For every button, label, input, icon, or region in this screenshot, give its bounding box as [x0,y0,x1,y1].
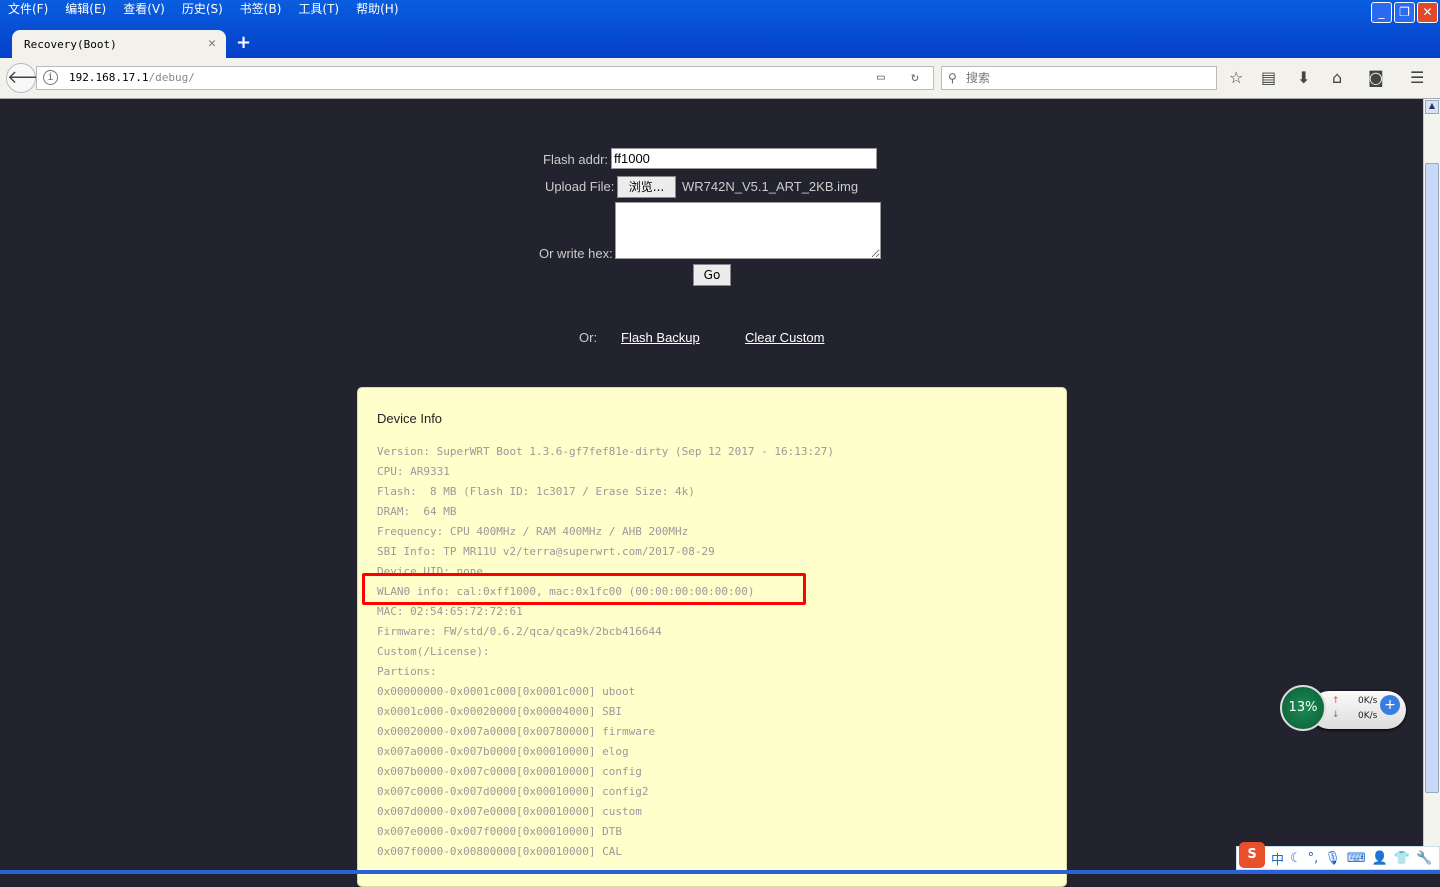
url-host: 192.168.17.1 [69,71,149,84]
menu-file[interactable]: 文件(F) [8,0,48,18]
device-info-line: 0x007f0000-0x00800000[0x00010000] CAL [377,845,623,858]
search-placeholder: 搜索 [966,71,991,85]
keyboard-icon[interactable]: ⌨ [1347,851,1366,866]
navigation-bar: 🡐 i 192.168.17.1/debug/ ▭ ↻ ⚲ 搜索 ☆ ▤ ⬇ ⌂ … [0,58,1440,99]
device-info-line: MAC: 02:54:65:72:72:61 [377,605,523,618]
moon-icon[interactable]: ☾ [1290,851,1302,866]
new-tab-button[interactable]: + [236,32,251,53]
menu-view[interactable]: 查看(V) [123,0,165,18]
menu-history[interactable]: 历史(S) [182,0,223,18]
go-button[interactable]: Go [693,264,731,286]
device-info-line: DRAM: 64 MB [377,505,457,518]
device-info-line: 0x00020000-0x007a0000[0x00780000] firmwa… [377,725,656,738]
device-info-line: Flash: 8 MB (Flash ID: 1c3017 / Erase Si… [377,485,695,498]
device-info-line: 0x007a0000-0x007b0000[0x00010000] elog [377,745,629,758]
flash-addr-label: Flash addr: [543,152,609,167]
search-icon: ⚲ [948,71,957,85]
device-info-panel: Device Info Version: SuperWRT Boot 1.3.6… [357,387,1067,887]
download-arrow-icon: ↓ [1332,710,1340,720]
hex-textarea[interactable] [615,202,881,259]
write-hex-label: Or write hex: [539,246,613,261]
bookmark-star-icon[interactable]: ☆ [1229,68,1243,87]
url-path: /debug/ [148,71,195,84]
device-info-line: Version: SuperWRT Boot 1.3.6-gf7fef81e-d… [377,445,834,458]
ime-mode[interactable]: 中 [1271,849,1284,868]
menu-bookmarks[interactable]: 书签(B) [240,0,282,18]
back-button[interactable]: 🡐 [6,63,55,93]
reload-icon[interactable]: ↻ [911,67,919,89]
device-info-line: Firmware: FW/std/0.6.2/qca/qca9k/2bcb416… [377,625,662,638]
upload-speed: 0K/s [1358,696,1378,706]
reader-view-icon[interactable]: ▭ [877,67,885,89]
menu-edit[interactable]: 编辑(E) [65,0,106,18]
device-info-title: Device Info [377,411,443,426]
device-info-lines: Version: SuperWRT Boot 1.3.6-gf7fef81e-d… [377,442,834,862]
tab-title: Recovery(Boot) [24,38,117,51]
device-info-line: Partions: [377,665,437,678]
minimize-button[interactable]: _ [1371,2,1392,23]
url-bar[interactable]: i 192.168.17.1/debug/ ▭ ↻ [36,66,934,90]
search-input[interactable]: ⚲ 搜索 [941,66,1217,90]
menu-help[interactable]: 帮助(H) [356,0,398,18]
flash-addr-input[interactable] [611,148,877,169]
hamburger-menu-icon[interactable]: ☰ [1410,68,1424,87]
punctuation-icon[interactable]: °, [1308,851,1319,866]
skin-shirt-icon[interactable]: 👕 [1394,851,1410,866]
device-info-line: CPU: AR9331 [377,465,450,478]
menu-bar: 文件(F) 编辑(E) 查看(V) 历史(S) 书签(B) 工具(T) 帮助(H… [0,0,408,18]
download-icon[interactable]: ⬇ [1297,68,1310,87]
flash-backup-link[interactable]: Flash Backup [621,330,700,345]
restore-button[interactable]: ❐ [1394,2,1415,23]
title-bar: 文件(F) 编辑(E) 查看(V) 历史(S) 书签(B) 工具(T) 帮助(H… [0,0,1440,60]
ime-toolbar: S 中 ☾ °, 🎙 ⌨ 👤 👕 🔧 [1236,842,1440,870]
device-info-line: 0x007c0000-0x007d0000[0x00010000] config… [377,785,649,798]
upload-arrow-icon: ↑ [1332,696,1340,706]
device-info-line: SBI Info: TP MR11U v2/terra@superwrt.com… [377,545,715,558]
device-info-line: 0x0001c000-0x00020000[0x00004000] SBI [377,705,623,718]
device-info-line: 0x00000000-0x0001c000[0x0001c000] uboot [377,685,636,698]
device-info-line: 0x007b0000-0x007c0000[0x00010000] config [377,765,642,778]
download-speed: 0K/s [1358,711,1378,721]
taskbar [0,870,1440,874]
pocket-icon[interactable]: ◙ [1368,68,1384,87]
close-window-button[interactable]: ✕ [1417,2,1438,23]
upload-file-label: Upload File: [545,179,615,194]
tab-recovery[interactable]: Recovery(Boot) ✕ [12,30,226,60]
menu-tools[interactable]: 工具(T) [298,0,339,18]
wlan-info-highlight [362,573,806,605]
memory-percent[interactable]: 13% [1280,685,1326,731]
home-icon[interactable]: ⌂ [1332,68,1342,87]
selected-file-name: WR742N_V5.1_ART_2KB.img [682,179,859,194]
bookmarks-list-icon[interactable]: ▤ [1261,68,1276,87]
device-info-line: Frequency: CPU 400MHz / RAM 400MHz / AHB… [377,525,689,538]
info-icon[interactable]: i [43,70,58,85]
plus-icon[interactable]: + [1380,695,1400,715]
wrench-icon[interactable]: 🔧 [1416,851,1432,866]
device-info-line: 0x007e0000-0x007f0000[0x00010000] DTB [377,825,623,838]
device-info-line: 0x007d0000-0x007e0000[0x00010000] custom [377,805,642,818]
vertical-scrollbar[interactable]: ▲ [1423,99,1440,874]
scroll-up-icon[interactable]: ▲ [1425,100,1439,114]
device-info-line: Custom(/License): [377,645,490,658]
clear-custom-link[interactable]: Clear Custom [745,330,824,345]
browse-button[interactable]: 浏览... [617,176,676,198]
microphone-icon[interactable]: 🎙 [1324,851,1341,866]
close-tab-icon[interactable]: ✕ [208,36,216,51]
sogou-logo-icon[interactable]: S [1239,842,1265,868]
user-icon[interactable]: 👤 [1372,851,1388,866]
or-label: Or: [579,330,598,345]
scrollbar-thumb[interactable] [1425,163,1439,793]
